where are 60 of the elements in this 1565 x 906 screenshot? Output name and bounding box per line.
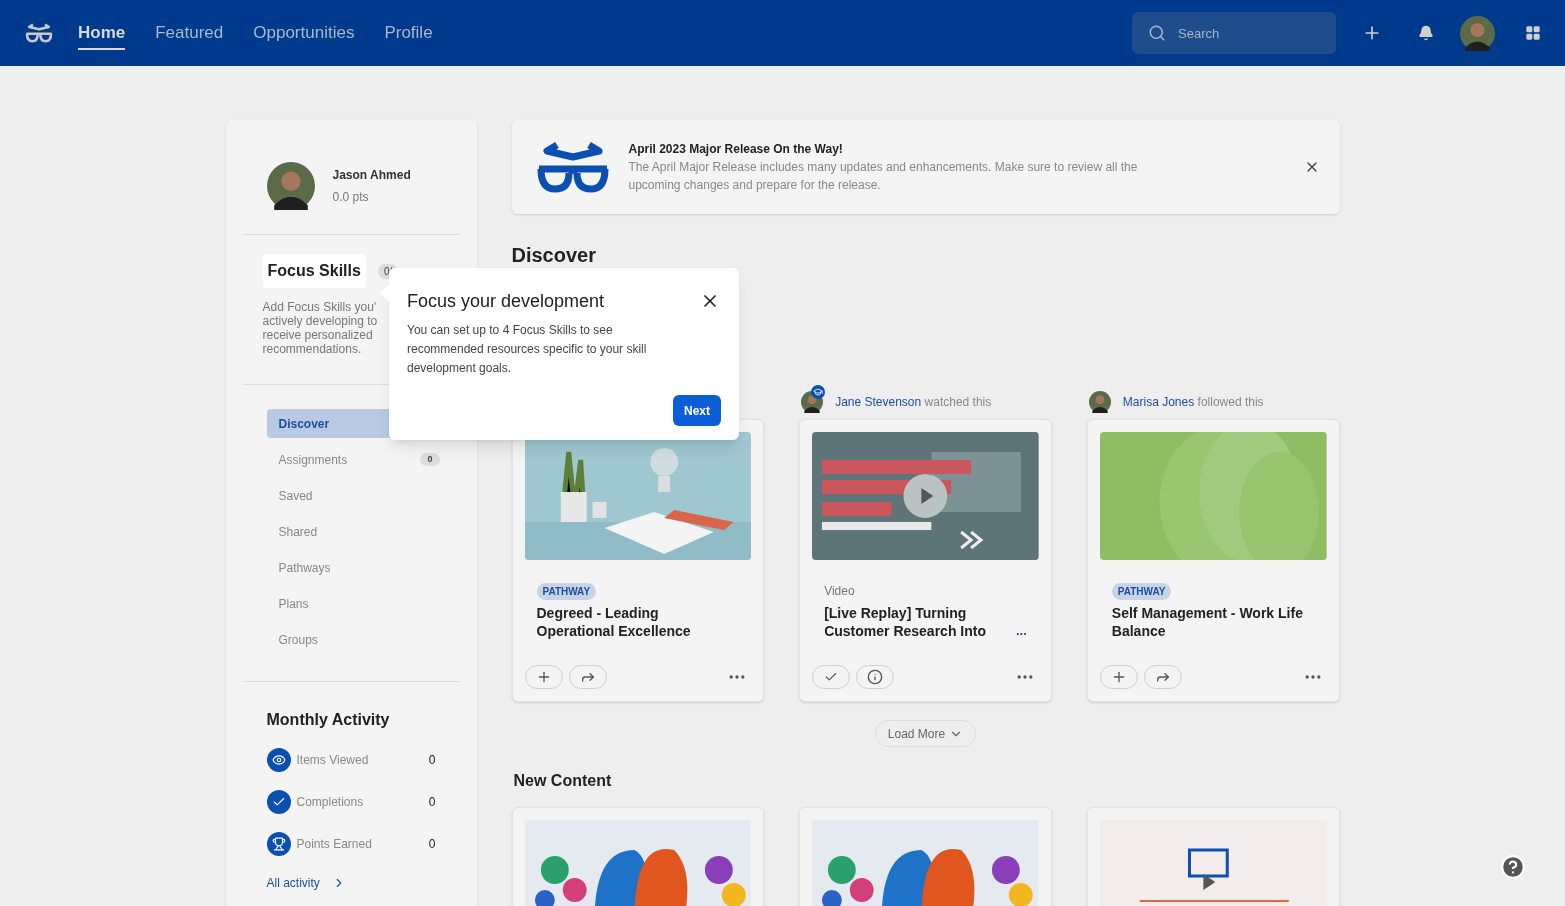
sidebar-nav-item[interactable]: Groups: [266, 625, 460, 654]
user-points: 0.0 pts: [332, 189, 370, 206]
banner-text: The April Major Release includes many updates and enhancements. Make sure to review all the upcoming changes and prepare for the release.: [628, 159, 1139, 194]
popover-text: You can set up to 4 Focus Skills to see recommended resources specific to your skill development goals.: [407, 322, 648, 377]
info-icon: [867, 669, 884, 685]
monthly-activity-heading: Monthly Activity: [266, 710, 391, 730]
activity-label: Items Viewed: [296, 752, 369, 769]
new-content-heading: New Content: [512, 771, 613, 791]
focus-skills-description: actively developing to: [262, 314, 378, 328]
content-card[interactable]: [1086, 807, 1340, 906]
activity-text: Marisa Jones followed this: [1122, 394, 1264, 411]
content-card[interactable]: Video [Live Replay] Turning Customer Research Into ...: [799, 419, 1052, 702]
banner-title: April 2023 Major Release On the Way!: [628, 141, 844, 158]
card-title: [Live Replay] Turning Customer Research Into: [824, 604, 987, 640]
next-button[interactable]: Next: [673, 395, 721, 426]
notifications-icon[interactable]: [1418, 25, 1434, 41]
content-card[interactable]: PATHWAY Degreed - Leading Operational Excellence: [511, 419, 765, 702]
sidebar-nav-item[interactable]: Plans: [266, 589, 460, 618]
activity-count: 0: [428, 752, 436, 769]
activity-count: 0: [428, 794, 436, 811]
focus-skills-description: receive personalized: [262, 328, 373, 342]
apps-grid-icon[interactable]: [1525, 25, 1541, 41]
type-badge: PATHWAY: [1111, 582, 1172, 600]
content-card[interactable]: [799, 807, 1052, 906]
search-icon: [1148, 24, 1166, 42]
type-badge: PATHWAY: [536, 582, 597, 600]
card-title: Degreed - Leading Operational Excellence: [536, 604, 692, 640]
content-card[interactable]: [511, 807, 765, 906]
nav-tab[interactable]: Featured: [155, 16, 224, 50]
activity-text: Jane Stevenson watched this: [835, 394, 992, 411]
eye-icon: [271, 753, 286, 767]
sidebar-nav-item[interactable]: Shared: [266, 517, 460, 546]
activity-label: Completions: [296, 794, 364, 811]
nav-tab[interactable]: Home: [78, 16, 126, 50]
sidebar-nav-item[interactable]: Pathways: [266, 553, 460, 582]
content-card[interactable]: PATHWAY Self Management - Work Life Balance: [1086, 419, 1340, 702]
user-name: Jason Ahmed: [332, 167, 411, 184]
check-icon: [824, 670, 839, 684]
all-activity-link[interactable]: All activity: [266, 874, 436, 892]
sidebar-nav-item[interactable]: Saved: [266, 481, 460, 510]
discover-heading: Discover: [511, 244, 596, 266]
trophy-icon: [271, 837, 286, 851]
more-link[interactable]: ...: [1016, 620, 1027, 640]
focus-skills-heading: Focus Skills: [262, 254, 366, 288]
check-icon: [271, 795, 286, 809]
graduation-cap-icon: [811, 385, 826, 399]
glasses-logo-icon: [24, 22, 54, 44]
sidebar-nav-item[interactable]: Assignments 0: [266, 445, 460, 474]
nav-tab[interactable]: Profile: [384, 16, 433, 50]
activity-label: Points Earned: [296, 836, 372, 853]
help-icon[interactable]: [1500, 854, 1526, 880]
focus-skills-description: Add Focus Skills you': [262, 300, 377, 314]
nav-tab[interactable]: Opportunities: [253, 16, 355, 50]
activity-count: 0: [428, 836, 436, 853]
popover-title: Focus your development: [407, 290, 605, 313]
search-field[interactable]: Search: [1132, 12, 1336, 54]
focus-skills-description: recommendations.: [262, 342, 362, 356]
type-label: Video: [824, 583, 855, 600]
card-title: Self Management - Work Life Balance: [1111, 604, 1304, 640]
count-badge: 0: [420, 452, 440, 467]
